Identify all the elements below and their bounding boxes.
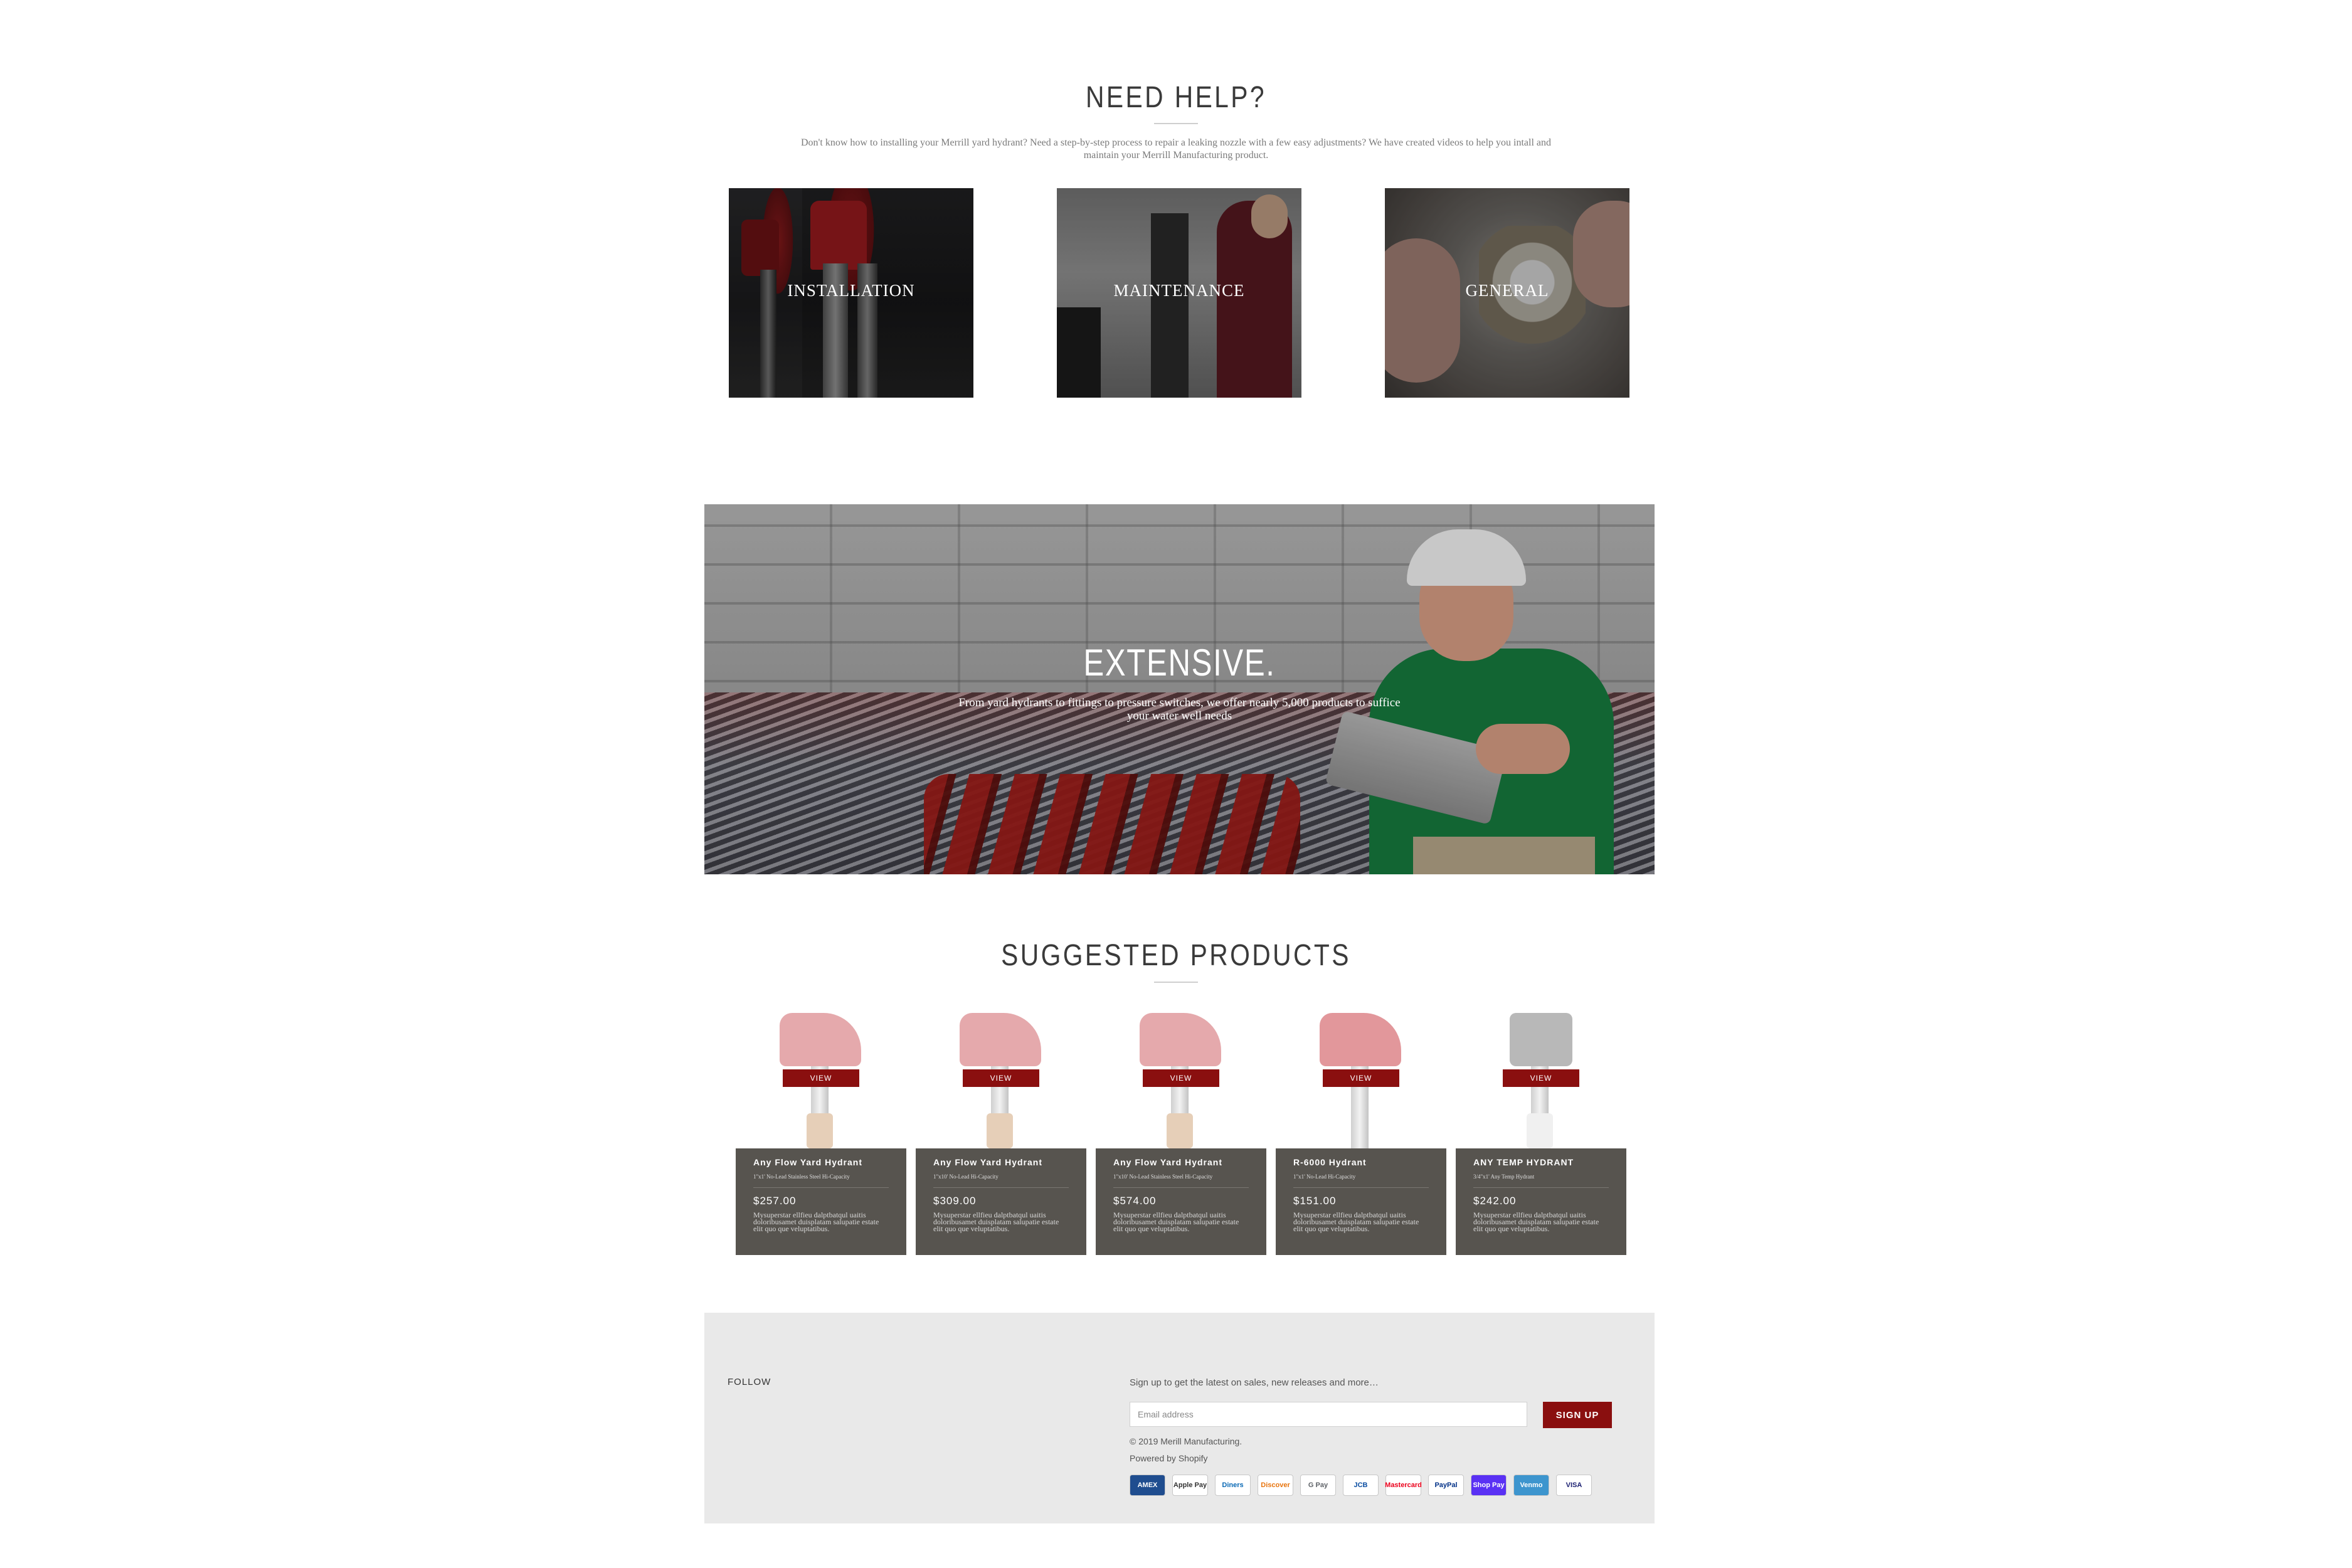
product-subtitle: 1"x1' No-Lead Hi-Capacity: [1293, 1173, 1356, 1180]
maintenance-label: MAINTENANCE: [1113, 281, 1245, 300]
general-label: GENERAL: [1465, 281, 1549, 300]
product-card[interactable]: VIEW Any Flow Yard Hydrant 1"x10' No-Lea…: [1096, 1007, 1266, 1255]
follow-heading: FOLLOW: [728, 1377, 771, 1387]
product-subtitle: 1"x1' No-Lead Stainless Steel Hi-Capacit…: [753, 1173, 850, 1180]
product-description: Mysuperstar ellfieu dalptbatqul uaitis d…: [933, 1210, 1059, 1233]
product-name[interactable]: Any Flow Yard Hydrant: [933, 1157, 1042, 1167]
product-subtitle: 1"x10' No-Lead Hi-Capacity: [933, 1173, 999, 1180]
view-button[interactable]: VIEW: [1323, 1069, 1399, 1087]
google-pay-icon: G Pay: [1300, 1475, 1336, 1496]
general-card[interactable]: GENERAL: [1385, 188, 1629, 398]
product-name[interactable]: Any Flow Yard Hydrant: [1113, 1157, 1222, 1167]
paypal-icon: PayPal: [1428, 1475, 1464, 1496]
installation-label: INSTALLATION: [787, 281, 915, 300]
product-description: Mysuperstar ellfieu dalptbatqul uaitis d…: [753, 1210, 879, 1233]
view-button[interactable]: VIEW: [1143, 1069, 1219, 1087]
visa-icon: VISA: [1556, 1475, 1592, 1496]
venmo-icon: Venmo: [1513, 1475, 1549, 1496]
shop-pay-icon: Shop Pay: [1471, 1475, 1507, 1496]
jcb-icon: JCB: [1343, 1475, 1379, 1496]
product-card[interactable]: VIEW Any Flow Yard Hydrant 1"x10' No-Lea…: [916, 1007, 1086, 1255]
product-description: Mysuperstar ellfieu dalptbatqul uaitis d…: [1113, 1210, 1239, 1233]
discover-icon: Discover: [1258, 1475, 1293, 1496]
product-card[interactable]: VIEW R-6000 Hydrant 1"x1' No-Lead Hi-Cap…: [1276, 1007, 1446, 1255]
view-button[interactable]: VIEW: [963, 1069, 1039, 1087]
product-price: $242.00: [1473, 1195, 1517, 1207]
newsletter-text: Sign up to get the latest on sales, new …: [1130, 1377, 1379, 1388]
product-name[interactable]: ANY TEMP HYDRANT: [1473, 1157, 1574, 1167]
copyright-text: © 2019 Merill Manufacturing.: [1130, 1436, 1242, 1446]
suggested-products-underline: [1154, 982, 1198, 983]
diners-club-icon: Diners: [1215, 1475, 1251, 1496]
suggested-products-title: SUGGESTED PRODUCTS: [1001, 939, 1351, 972]
sign-up-button[interactable]: SIGN UP: [1543, 1402, 1612, 1428]
installation-card[interactable]: INSTALLATION: [729, 188, 973, 398]
product-price: $151.00: [1293, 1195, 1337, 1207]
product-card[interactable]: VIEW Any Flow Yard Hydrant 1"x1' No-Lead…: [736, 1007, 906, 1255]
mastercard-icon: Mastercard: [1385, 1475, 1422, 1496]
maintenance-card[interactable]: MAINTENANCE: [1057, 188, 1301, 398]
product-price: $574.00: [1113, 1195, 1157, 1207]
powered-by-link[interactable]: Powered by Shopify: [1130, 1453, 1208, 1463]
product-price: $309.00: [933, 1195, 977, 1207]
hero-title: EXTENSIVE.: [1083, 642, 1276, 684]
amex-icon: AMEX: [1130, 1475, 1165, 1496]
footer: FOLLOW Sign up to get the latest on sale…: [704, 1313, 1655, 1523]
view-button[interactable]: VIEW: [1503, 1069, 1579, 1087]
hero-subtitle: From yard hydrants to fittings to pressu…: [958, 696, 1401, 723]
apple-pay-icon: Apple Pay: [1172, 1475, 1208, 1496]
help-description: Don't know how to installing your Merril…: [800, 137, 1552, 161]
help-title: NEED HELP?: [1086, 81, 1266, 114]
email-input[interactable]: [1130, 1402, 1527, 1427]
hero-banner: EXTENSIVE. From yard hydrants to fitting…: [704, 504, 1655, 874]
product-description: Mysuperstar ellfieu dalptbatqul uaitis d…: [1293, 1210, 1419, 1233]
product-card[interactable]: VIEW ANY TEMP HYDRANT 3/4"x1' Any Temp H…: [1456, 1007, 1626, 1255]
product-subtitle: 3/4"x1' Any Temp Hydrant: [1473, 1173, 1535, 1180]
view-button[interactable]: VIEW: [783, 1069, 859, 1087]
help-title-underline: [1154, 123, 1198, 124]
payment-icons: AMEX Apple Pay Diners Discover G Pay JCB…: [1130, 1475, 1592, 1496]
product-price: $257.00: [753, 1195, 797, 1207]
product-name[interactable]: R-6000 Hydrant: [1293, 1157, 1367, 1167]
product-subtitle: 1"x10' No-Lead Stainless Steel Hi-Capaci…: [1113, 1173, 1213, 1180]
product-name[interactable]: Any Flow Yard Hydrant: [753, 1157, 862, 1167]
product-description: Mysuperstar ellfieu dalptbatqul uaitis d…: [1473, 1210, 1599, 1233]
